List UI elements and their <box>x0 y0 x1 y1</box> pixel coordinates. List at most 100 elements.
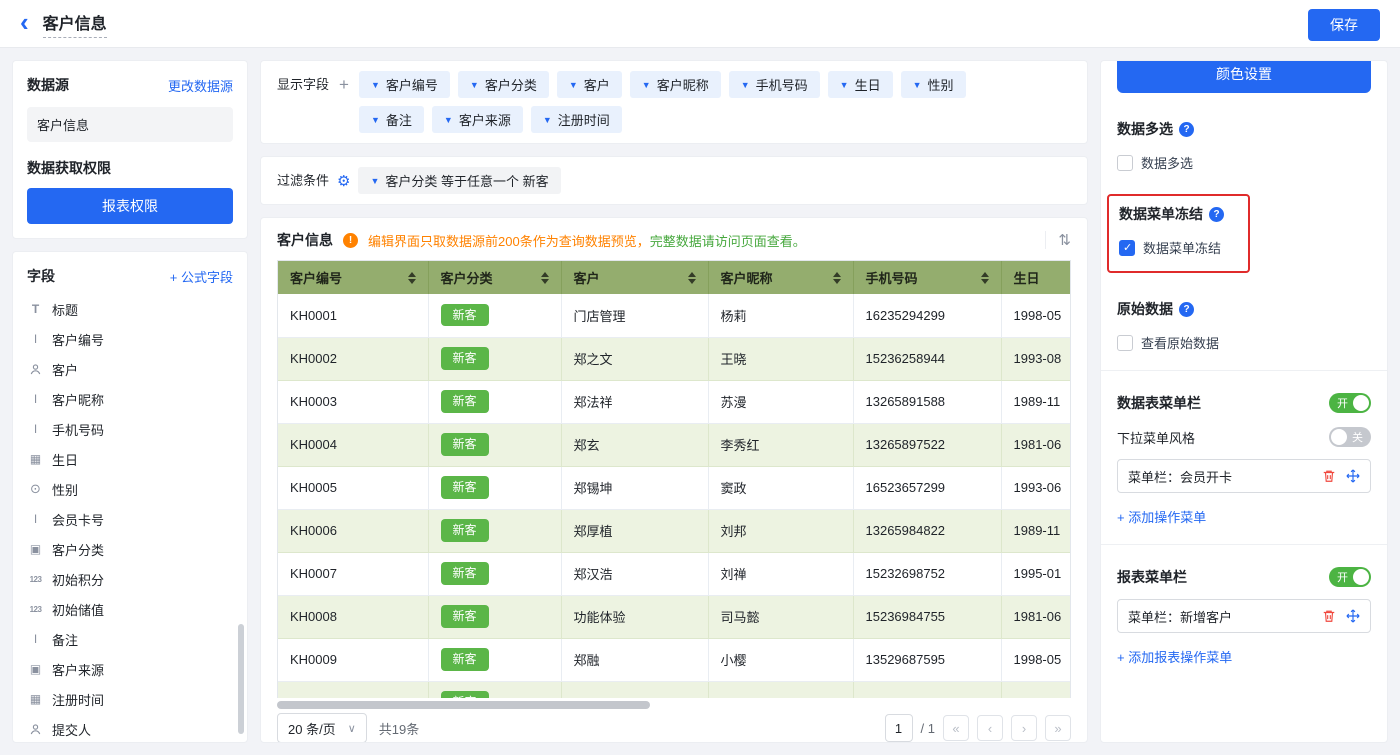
display-field-chip[interactable]: ▼手机号码 <box>729 71 820 98</box>
first-page-button[interactable]: « <box>943 715 969 741</box>
table-row[interactable]: KH0005新客郑锡坤窦政165236572991993-06 <box>278 466 1071 509</box>
back-icon[interactable]: ‹ <box>20 9 29 35</box>
sort-icon[interactable] <box>541 272 549 284</box>
display-field-chip[interactable]: ▼备注 <box>359 106 424 133</box>
table-row[interactable]: KH0008新客功能体验司马懿152369847551981-06 <box>278 595 1071 638</box>
column-header[interactable]: 客户编号 <box>278 261 428 294</box>
toggle-on-label: 开 <box>1337 395 1348 411</box>
move-icon[interactable] <box>1346 609 1360 623</box>
table-row[interactable]: KH0007新客郑汉浩刘禅152326987521995-01 <box>278 552 1071 595</box>
table-menu-toggle[interactable]: 开 <box>1329 393 1371 413</box>
field-item[interactable]: 提交人 <box>27 714 233 743</box>
text-field-icon: I <box>27 392 44 406</box>
field-item[interactable]: 123初始积分 <box>27 564 233 594</box>
delete-icon[interactable] <box>1322 469 1336 483</box>
display-chip-rows: ▼客户编号 ▼客户分类 ▼客户 ▼客户昵称 ▼手机号码 ▼生日 ▼性别 ▼备注 ▼客户来源 ▼注册… <box>359 71 966 133</box>
color-settings-button[interactable]: 颜色设置 <box>1117 60 1371 93</box>
move-icon[interactable] <box>1346 469 1360 483</box>
page-title[interactable]: 客户信息 <box>43 10 107 38</box>
filter-label: 过滤条件 <box>277 167 329 194</box>
sort-icon[interactable] <box>688 272 696 284</box>
menu-item-row[interactable]: 菜单栏：新增客户 <box>1117 599 1371 633</box>
display-field-chip[interactable]: ▼客户昵称 <box>630 71 721 98</box>
display-field-chip[interactable]: ▼生日 <box>828 71 893 98</box>
cell: 16523657299 <box>853 466 1001 509</box>
add-menu-link[interactable]: + 添加操作菜单 <box>1117 507 1206 526</box>
checkbox-checked-icon[interactable] <box>1119 240 1135 256</box>
column-header[interactable]: 手机号码 <box>853 261 1001 294</box>
checkbox-unchecked-icon[interactable] <box>1117 335 1133 351</box>
field-item[interactable]: ▦生日 <box>27 444 233 474</box>
table-row[interactable]: KH0004新客郑玄李秀红132658975221981-06 <box>278 423 1071 466</box>
change-datasource-link[interactable]: 更改数据源 <box>168 76 233 95</box>
column-header[interactable]: 客户 <box>561 261 708 294</box>
last-page-button[interactable]: » <box>1045 715 1071 741</box>
table-row[interactable]: KH0001新客门店管理杨莉162352942991998-05 <box>278 294 1071 337</box>
field-item[interactable]: T标题 <box>27 294 233 324</box>
sort-icon[interactable] <box>981 272 989 284</box>
column-header[interactable]: 生日 <box>1001 261 1071 294</box>
column-label: 手机号码 <box>866 268 918 287</box>
field-item[interactable]: ⊙性别 <box>27 474 233 504</box>
help-icon[interactable]: ? <box>1179 302 1194 317</box>
help-icon[interactable]: ? <box>1209 207 1224 222</box>
field-item[interactable]: 客户 <box>27 354 233 384</box>
raw-data-checkbox[interactable]: 查看原始数据 <box>1117 333 1371 352</box>
page-input[interactable]: 1 <box>885 714 913 742</box>
field-item[interactable]: I手机号码 <box>27 414 233 444</box>
display-field-chip[interactable]: ▼注册时间 <box>531 106 622 133</box>
cell: KH0001 <box>278 294 428 337</box>
report-menu-toggle[interactable]: 开 <box>1329 567 1371 587</box>
field-item[interactable]: I客户编号 <box>27 324 233 354</box>
menu-item-label: 菜单栏：会员开卡 <box>1128 467 1232 486</box>
menu-item-row[interactable]: 菜单栏：会员开卡 <box>1117 459 1371 493</box>
next-page-button[interactable]: › <box>1011 715 1037 741</box>
formula-field-link[interactable]: + 公式字段 <box>170 267 233 286</box>
add-report-menu-link[interactable]: + 添加报表操作菜单 <box>1117 647 1232 666</box>
left-scrollbar[interactable] <box>238 624 244 734</box>
field-item[interactable]: ▦注册时间 <box>27 684 233 714</box>
row-order-icon[interactable]: ⇅ <box>1045 231 1071 249</box>
sort-icon[interactable] <box>833 272 841 284</box>
sort-icon[interactable] <box>408 272 416 284</box>
h-scrollbar-thumb[interactable] <box>277 701 650 709</box>
field-item[interactable]: 123初始储值 <box>27 594 233 624</box>
display-field-chip[interactable]: ▼客户 <box>557 71 622 98</box>
multi-select-title: 数据多选 <box>1117 119 1173 139</box>
page-size-select[interactable]: 20 条/页 ∨ <box>277 713 367 743</box>
display-field-chip[interactable]: ▼客户分类 <box>458 71 549 98</box>
multi-select-checkbox[interactable]: 数据多选 <box>1117 153 1371 172</box>
report-permission-button[interactable]: 报表权限 <box>27 188 233 224</box>
filter-condition-chip[interactable]: ▼ 客户分类 等于任意一个 新客 <box>358 167 560 194</box>
display-field-chip[interactable]: ▼客户编号 <box>359 71 450 98</box>
table-row[interactable]: 新客 <box>278 681 1071 698</box>
display-field-chip[interactable]: ▼性别 <box>901 71 966 98</box>
prev-page-button[interactable]: ‹ <box>977 715 1003 741</box>
chip-label: 客户编号 <box>386 75 438 94</box>
add-display-field-button[interactable]: + <box>339 71 349 98</box>
field-item[interactable]: I客户昵称 <box>27 384 233 414</box>
freeze-checkbox[interactable]: 数据菜单冻结 <box>1119 238 1224 257</box>
fields-panel: 字段 + 公式字段 T标题I客户编号客户I客户昵称I手机号码▦生日⊙性别I会员卡… <box>12 251 248 743</box>
display-field-chip[interactable]: ▼客户来源 <box>432 106 523 133</box>
number-field-icon: 123 <box>27 605 44 614</box>
column-header[interactable]: 客户分类 <box>428 261 561 294</box>
table-row[interactable]: KH0002新客郑之文王晓152362589441993-08 <box>278 337 1071 380</box>
text-field-icon: I <box>27 632 44 646</box>
datasource-item[interactable]: 客户信息 <box>27 107 233 142</box>
delete-icon[interactable] <box>1322 609 1336 623</box>
filter-gear-icon[interactable]: ⚙ <box>337 172 350 190</box>
table-row[interactable]: KH0006新客郑厚植刘邦132659848221989-11 <box>278 509 1071 552</box>
chip-label: 备注 <box>386 110 412 129</box>
field-item[interactable]: ▣客户来源 <box>27 654 233 684</box>
field-item[interactable]: ▣客户分类 <box>27 534 233 564</box>
dropdown-style-toggle[interactable]: 关 <box>1329 427 1371 447</box>
field-item[interactable]: I备注 <box>27 624 233 654</box>
column-header[interactable]: 客户昵称 <box>708 261 853 294</box>
field-item[interactable]: I会员卡号 <box>27 504 233 534</box>
table-row[interactable]: KH0003新客郑法祥苏漫132658915881989-11 <box>278 380 1071 423</box>
save-button[interactable]: 保存 <box>1308 9 1380 41</box>
checkbox-unchecked-icon[interactable] <box>1117 155 1133 171</box>
table-row[interactable]: KH0009新客郑融小樱135296875951998-05 <box>278 638 1071 681</box>
help-icon[interactable]: ? <box>1179 122 1194 137</box>
